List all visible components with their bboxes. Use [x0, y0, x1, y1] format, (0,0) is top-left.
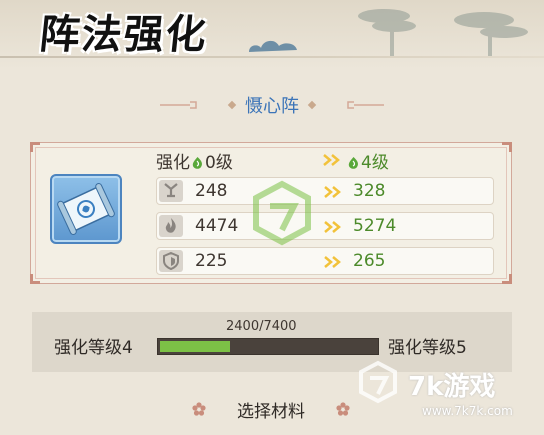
formation-scroll-icon[interactable] — [50, 174, 122, 244]
current-level: 0级 — [205, 153, 233, 173]
stat-next-value: 5274 — [353, 216, 397, 236]
stat-next-value: 328 — [353, 181, 386, 201]
flower-icon — [336, 402, 350, 416]
flame-icon — [159, 215, 183, 237]
watermark-brand: 7k游戏 — [408, 372, 496, 402]
upgrade-arrows-icon — [324, 221, 341, 233]
select-materials-row[interactable]: 选择材料 — [192, 396, 350, 422]
stat-current-value: 225 — [195, 251, 228, 271]
strengthen-label: 强化 — [156, 153, 190, 173]
stat-row-attack: 248 328 — [156, 177, 494, 205]
diamond-ornament-right — [307, 100, 317, 110]
pine-trees-decoration — [358, 9, 528, 56]
formation-name-row: 慑心阵 — [160, 93, 384, 117]
header-divider — [0, 56, 544, 58]
scroll-icon — [57, 183, 115, 235]
level-to-label: 强化等级5 — [388, 338, 467, 358]
upgrade-arrows-icon — [324, 256, 341, 268]
stat-current-value: 4474 — [195, 216, 239, 236]
select-materials-label: 选择材料 — [237, 401, 305, 422]
stat-current-value: 248 — [195, 181, 228, 201]
cloud-decoration — [249, 40, 297, 52]
green-drop-icon — [348, 157, 358, 169]
exp-progress-text: 2400/7400 — [226, 319, 297, 334]
ornament-right — [347, 101, 384, 109]
header-banner: 阵法强化 — [0, 0, 544, 70]
page-title: 阵法强化 — [37, 11, 211, 58]
diamond-ornament-left — [227, 100, 237, 110]
next-level: 4级 — [361, 153, 389, 173]
stat-next-value: 265 — [353, 251, 386, 271]
shield-icon — [159, 250, 183, 272]
formation-name: 慑心阵 — [245, 96, 299, 117]
watermark-url: www.7k7k.com — [422, 404, 513, 418]
level-from-label: 强化等级4 — [54, 338, 133, 358]
exp-progress-fill — [160, 341, 230, 352]
brand-logo-icon — [359, 360, 397, 404]
ornament-left — [160, 101, 197, 109]
stat-row-flame: 4474 5274 — [156, 212, 494, 240]
green-drop-icon — [192, 157, 202, 169]
watermark-logo-icon — [253, 180, 311, 246]
attack-icon — [159, 180, 183, 202]
strengthen-level-row: 强化 0级 4级 — [156, 148, 496, 173]
upgrade-arrows-icon — [324, 186, 341, 198]
flower-icon — [192, 402, 206, 416]
exp-progress-bar — [157, 338, 379, 355]
stat-row-defense: 225 265 — [156, 247, 494, 275]
upgrade-arrows-icon — [323, 154, 340, 166]
